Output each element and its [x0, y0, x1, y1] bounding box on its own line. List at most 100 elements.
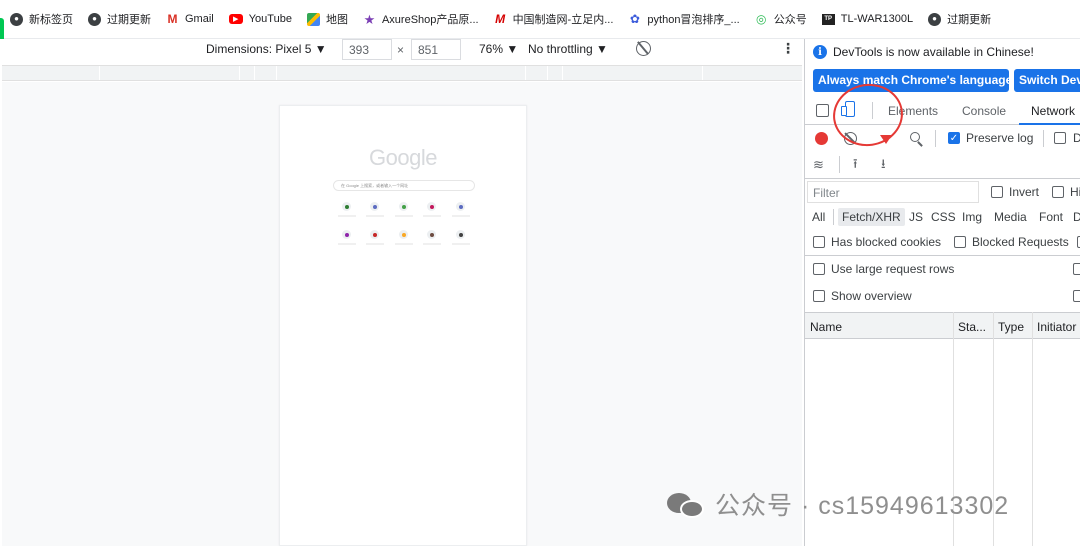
hide-data-urls-checkbox[interactable] [1052, 186, 1064, 198]
bookmark-expired-1[interactable]: ● 过期更新 [88, 11, 151, 27]
shortcut-tile[interactable] [456, 230, 465, 239]
shortcut-label [452, 243, 470, 245]
large-rows-checkbox[interactable] [813, 263, 825, 275]
info-icon: i [813, 45, 827, 59]
google-search-box[interactable]: 在 Google 上搜索，或者输入一个网址 [333, 180, 475, 191]
more-options-icon[interactable]: ⋮ [781, 40, 795, 57]
times-sign: × [397, 43, 405, 57]
throttling-select[interactable]: No throttling ▼ [528, 42, 608, 56]
width-input[interactable]: 393 [342, 39, 392, 60]
shortcut-tile[interactable] [370, 230, 379, 239]
type-font[interactable]: Font [1039, 210, 1063, 224]
device-toolbar: Dimensions: Pixel 5 ▼ 393 × 851 76% ▼ No… [0, 39, 804, 65]
bookmark-new-tab[interactable]: ● 新标签页 [10, 11, 73, 27]
show-overview-label: Show overview [831, 289, 912, 303]
shortcut-tile[interactable] [427, 230, 436, 239]
large-rows-label: Use large request rows [831, 262, 955, 276]
shortcut-tile[interactable] [342, 202, 351, 211]
zoom-select[interactable]: 76% ▼ [479, 42, 518, 56]
tab-network[interactable]: Network [1031, 104, 1075, 118]
switch-devtools-button[interactable]: Switch DevTools [1014, 69, 1080, 92]
export-har-icon[interactable]: ⭳ [881, 157, 886, 170]
made-in-china-icon: M [495, 12, 506, 26]
language-notice: i DevTools is now available in Chinese! [805, 39, 1080, 65]
bookmark-tplink[interactable]: TP TL-WAR1300L [821, 13, 913, 25]
emulated-viewport: Google 在 Google 上搜索，或者输入一个网址 [2, 82, 802, 546]
preserve-log-checkbox[interactable]: ✓ [948, 132, 960, 144]
phone-screen[interactable]: Google 在 Google 上搜索，或者输入一个网址 [279, 105, 527, 546]
shortcut-tile[interactable] [399, 230, 408, 239]
type-doc[interactable]: D [1073, 210, 1080, 224]
bookmark-gmail[interactable]: M Gmail [166, 13, 214, 26]
shortcut-tile[interactable] [370, 202, 379, 211]
dimensions-select[interactable]: Dimensions: Pixel 5 ▼ [206, 42, 327, 56]
capture-screenshots-checkbox[interactable] [1073, 290, 1080, 302]
import-har-icon[interactable]: ⭱ [853, 157, 858, 170]
type-media[interactable]: Media [994, 210, 1027, 224]
column-name[interactable]: Name [810, 320, 842, 334]
bookmark-made-in-china[interactable]: M 中国制造网-立足内... [494, 11, 613, 27]
rotate-disabled-icon[interactable] [636, 41, 651, 56]
match-language-button[interactable]: Always match Chrome's language [813, 69, 1009, 92]
globe-icon: ● [10, 12, 23, 26]
gmail-icon: M [167, 12, 178, 26]
column-initiator[interactable]: Initiator [1037, 320, 1076, 334]
shortcut-label [395, 243, 413, 245]
filter-input[interactable]: Filter [807, 181, 979, 203]
shortcut-label [338, 243, 356, 245]
invert-checkbox[interactable] [991, 186, 1003, 198]
type-fetch-xhr[interactable]: Fetch/XHR [838, 208, 905, 226]
requests-table-header: Name Sta... Type Initiator [805, 312, 1080, 339]
bookmark-youtube[interactable]: ▶ YouTube [228, 13, 292, 25]
group-by-frame-checkbox[interactable] [1073, 263, 1080, 275]
bookmarks-bar: ● 新标签页 ● 过期更新 M Gmail ▶ YouTube 地图 ★ AxureSho… [0, 0, 1080, 38]
has-blocked-cookies-checkbox[interactable] [813, 236, 825, 248]
shortcut-label [366, 243, 384, 245]
show-overview-checkbox[interactable] [813, 290, 825, 302]
inspect-element-icon[interactable] [816, 104, 829, 117]
star-icon: ★ [363, 11, 376, 27]
invert-label: Invert [1009, 185, 1040, 199]
type-img[interactable]: Img [962, 210, 982, 224]
wechat-icon: ◎ [755, 12, 767, 26]
watermark: 公众号 · cs15949613302 [667, 486, 1009, 522]
tab-console[interactable]: Console [962, 104, 1006, 118]
type-all[interactable]: All [812, 210, 825, 224]
shortcut-label [423, 215, 441, 217]
height-input[interactable]: 851 [411, 39, 461, 60]
disable-cache-label: D [1073, 131, 1080, 145]
network-conditions-icon[interactable]: ≋ [813, 158, 824, 171]
shortcut-label [423, 243, 441, 245]
type-css[interactable]: CSS [931, 210, 956, 224]
column-status[interactable]: Sta... [958, 320, 986, 334]
shortcut-label [366, 215, 384, 217]
shortcut-tile[interactable] [342, 230, 351, 239]
shortcut-tile[interactable] [456, 202, 465, 211]
youtube-icon: ▶ [228, 14, 243, 24]
bookmark-wechat[interactable]: ◎ 公众号 [755, 11, 807, 27]
column-divider [1032, 312, 1033, 546]
hide-data-urls-label: Hi [1070, 185, 1080, 199]
shortcut-label [395, 215, 413, 217]
has-blocked-cookies-label: Has blocked cookies [831, 235, 942, 249]
bookmark-maps[interactable]: 地图 [306, 11, 348, 27]
shortcut-tile[interactable] [427, 202, 436, 211]
globe-icon: ● [928, 12, 942, 26]
shortcut-label [338, 215, 356, 217]
disable-cache-checkbox[interactable] [1054, 132, 1066, 144]
shortcut-tile[interactable] [399, 202, 408, 211]
google-logo: Google [369, 145, 437, 170]
bookmark-python[interactable]: ✿ python冒泡排序_... [628, 11, 740, 27]
active-tab-indicator [1019, 123, 1080, 125]
maps-icon [306, 12, 320, 26]
tplink-icon: TP [821, 13, 835, 25]
record-icon[interactable] [815, 132, 828, 145]
watermark-text: 公众号 · cs15949613302 [715, 492, 1010, 520]
bookmark-axureshop[interactable]: ★ AxureShop产品原... [363, 11, 479, 27]
blocked-requests-checkbox[interactable] [954, 236, 966, 248]
baidu-paw-icon: ✿ [629, 12, 640, 26]
bookmark-expired-2[interactable]: ● 过期更新 [928, 11, 991, 27]
search-icon[interactable] [910, 132, 920, 142]
type-js[interactable]: JS [909, 210, 923, 224]
column-type[interactable]: Type [998, 320, 1024, 334]
